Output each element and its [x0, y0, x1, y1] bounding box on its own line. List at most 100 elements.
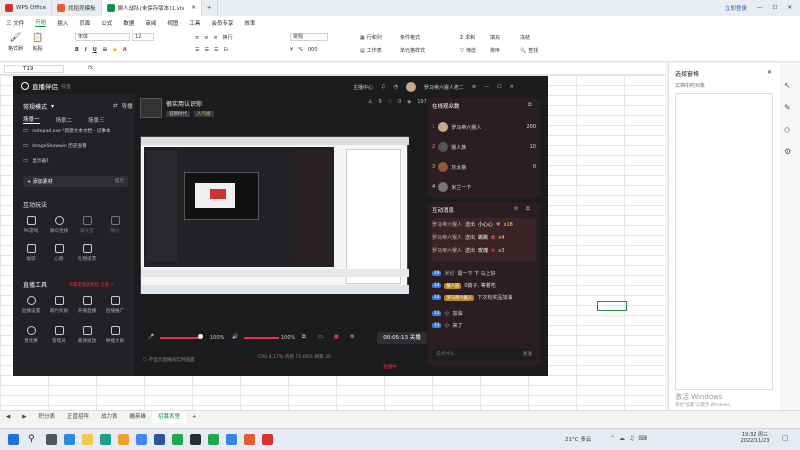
speaker-icon[interactable]: 🔊 — [232, 334, 238, 340]
send-button[interactable]: 发送 — [523, 351, 532, 357]
notification-center-icon[interactable]: ▢ — [782, 434, 789, 442]
number-format-select[interactable]: 常规 — [290, 33, 328, 41]
menu-review[interactable]: 审阅 — [145, 19, 156, 27]
menu-insert[interactable]: 插入 — [57, 19, 68, 27]
chatroom-button[interactable]: 聊天室 — [75, 216, 99, 234]
scene-tab-active[interactable]: 场景一 — [23, 115, 40, 124]
format-painter-button[interactable]: 🖌 格式刷 — [8, 33, 23, 52]
chat-message[interactable]: 19 米伦 需一下 下 马上好 — [432, 270, 536, 277]
freeze-button[interactable]: 冻结 — [520, 34, 530, 41]
chat-message[interactable]: 14 猴人族 0篇子, 等着吃 — [432, 282, 536, 289]
tray-icons[interactable]: ⌃☁♫⌨ — [610, 435, 651, 442]
cell-reference-box[interactable]: T19 — [4, 65, 64, 73]
wrap-button[interactable]: 换行 — [223, 34, 233, 41]
bold-button[interactable]: B — [75, 47, 79, 53]
category-badge[interactable]: 官网时代 — [166, 111, 190, 117]
expand-icon[interactable]: ⧉ — [528, 102, 532, 108]
sheet-tab[interactable]: 战力表 — [95, 411, 124, 423]
close-live-icon[interactable]: ✕ — [510, 84, 514, 90]
percent-icon[interactable]: % — [298, 47, 303, 53]
viewer-row[interactable]: 4 米兰一下 — [432, 182, 536, 192]
start-icon[interactable] — [8, 434, 19, 445]
app-icon[interactable] — [154, 434, 165, 445]
start-live-button[interactable]: 开播直播 — [75, 296, 99, 314]
headset-icon[interactable]: ♫ — [381, 84, 385, 90]
wechat-icon[interactable] — [172, 434, 183, 445]
checkbox[interactable]: ☐ — [143, 358, 147, 363]
selected-cell[interactable] — [597, 301, 627, 311]
pk-game-button[interactable]: PK游戏 — [19, 216, 43, 234]
viewer-row[interactable]: 1 罗马帝六猴人 200 — [432, 122, 536, 132]
avatar[interactable] — [405, 82, 416, 92]
chat-message[interactable]: 13 小来了 — [432, 322, 536, 329]
wish-button[interactable]: 心愿 — [47, 244, 71, 262]
viewer-row[interactable]: 2 猴人族 10 — [432, 142, 536, 152]
douyin-icon[interactable] — [190, 434, 201, 445]
object-list[interactable] — [675, 93, 773, 390]
sheet-tab-active[interactable]: 招募表里 — [152, 411, 187, 423]
close-window-icon[interactable]: ✕ — [787, 5, 792, 11]
fill-button[interactable]: 填充 — [490, 34, 500, 41]
mic-icon[interactable]: 🎤 — [148, 334, 154, 340]
mail-icon[interactable] — [118, 434, 129, 445]
viewer-link-button[interactable]: 观众连线 — [47, 216, 71, 234]
new-tab-button[interactable]: + — [202, 0, 218, 16]
fx-icon[interactable]: fx — [88, 65, 93, 71]
invite-placement-button[interactable]: 邀请投放 — [75, 326, 99, 344]
discount-button[interactable]: 贵优惠 — [19, 326, 43, 344]
notification-icon[interactable]: ◔ — [394, 84, 398, 90]
scene-tab[interactable]: 场景三 — [88, 116, 105, 124]
wps-sheet-icon[interactable] — [208, 434, 219, 445]
weather-widget[interactable]: 21°C 多云 — [565, 435, 591, 443]
big-screen-button[interactable]: 导播大屏 — [103, 326, 127, 344]
cell-style-button[interactable]: 单元格样式 — [400, 47, 425, 54]
sheet-tab[interactable]: 正直招呼 — [61, 411, 95, 423]
underline-button[interactable]: U — [93, 47, 97, 53]
row-col-button[interactable]: ▦ 行和列 — [360, 34, 382, 42]
login-link[interactable]: 立即登录 — [725, 4, 747, 12]
guess-price-button[interactable]: 猜价 — [103, 216, 127, 234]
stream-title[interactable]: 很实用认识你 — [166, 99, 202, 108]
tools-hint-link[interactable]: 专属定制是折扣 全部 > — [69, 282, 114, 288]
menu-data[interactable]: 数据 — [123, 19, 134, 27]
task-view-icon[interactable] — [46, 434, 57, 445]
font-color-icon[interactable]: A — [123, 47, 127, 53]
menu-home[interactable]: 开始 — [35, 18, 47, 27]
maximize-icon[interactable]: ☐ — [772, 5, 777, 11]
tab-spreadsheet[interactable]: 猴人战队(未保存版本)1.xls ✕ — [101, 0, 202, 16]
pane-close-icon[interactable]: ✕ — [767, 69, 772, 76]
filter-button[interactable]: ▽ 筛选 — [460, 47, 476, 55]
cursor-tool-icon[interactable]: ↖ — [784, 81, 791, 90]
merge-icon[interactable]: ⊟ — [223, 47, 227, 53]
live-app-icon[interactable] — [244, 434, 255, 445]
cover-thumbnail[interactable] — [140, 98, 162, 118]
maximize-live-icon[interactable]: ☐ — [497, 84, 501, 90]
tab-templates[interactable]: 找稻壳模板 — [52, 0, 102, 16]
scene-tab[interactable]: 场景二 — [56, 116, 73, 124]
align-top-icon[interactable]: ≡ — [195, 35, 199, 41]
currency-icon[interactable]: ¥ — [290, 47, 293, 53]
chat-expand-icon[interactable]: ⧉ — [526, 206, 530, 212]
add-sheet-button[interactable]: + — [186, 411, 203, 423]
video-record-icon[interactable]: ■ — [334, 334, 339, 340]
mode-select[interactable]: 常规模式 ▾ — [23, 102, 54, 111]
thousands-icon[interactable]: 000 — [308, 47, 318, 53]
add-source-button[interactable]: + 添加素材 提示 — [23, 176, 128, 187]
fill-color-icon[interactable]: ◆ — [113, 47, 117, 53]
menu-tools[interactable]: 工具 — [189, 19, 200, 27]
minimize-live-icon[interactable]: — — [484, 84, 489, 90]
mic-slider-handle[interactable] — [198, 334, 203, 339]
paste-button[interactable]: 📋 粘贴 — [32, 33, 43, 52]
sheet-tab[interactable]: 瞄英雄 — [124, 411, 153, 423]
worksheet-button[interactable]: ▤ 工作表 — [360, 47, 382, 55]
menu-formula[interactable]: 公式 — [101, 19, 112, 27]
sort-button[interactable]: 排序 — [490, 47, 500, 54]
settings-tool-icon[interactable]: ⚙ — [784, 147, 791, 156]
lucky-bag-button[interactable]: 福袋 — [19, 244, 43, 262]
wps-office-icon[interactable] — [262, 434, 273, 445]
close-tab-icon[interactable]: ✕ — [191, 5, 196, 11]
end-live-button[interactable]: 00:05:13 关播 — [377, 332, 427, 344]
photos-icon[interactable] — [226, 434, 237, 445]
align-center-icon[interactable]: ☰ — [204, 47, 208, 53]
italic-button[interactable]: I — [85, 47, 87, 53]
